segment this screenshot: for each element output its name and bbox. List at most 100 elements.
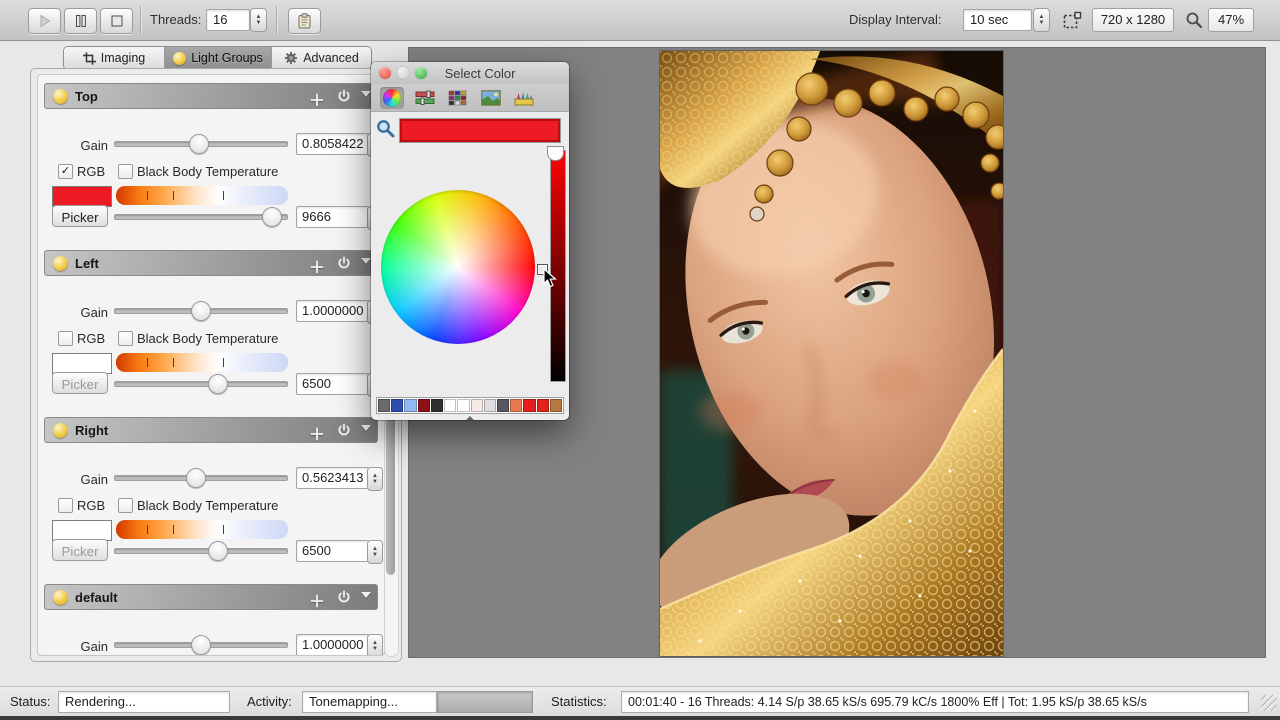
color-swatch[interactable] [52, 353, 112, 374]
swatch[interactable] [523, 399, 535, 412]
light-group-header[interactable]: Top ＋ [44, 83, 378, 109]
collapse-chevron-icon[interactable] [361, 425, 371, 431]
tab-advanced[interactable]: Advanced [272, 47, 371, 69]
collapse-chevron-icon[interactable] [361, 91, 371, 97]
picker-button[interactable]: Picker [52, 372, 108, 394]
color-wheel-mode-button[interactable] [380, 87, 404, 109]
picker-button[interactable]: Picker [52, 205, 108, 227]
add-light-group-button[interactable]: ＋ [309, 254, 325, 278]
bbt-checkbox[interactable] [118, 498, 133, 513]
magnifier-picker-button[interactable] [376, 119, 395, 138]
tab-imaging[interactable]: Imaging [64, 47, 165, 69]
rgb-checkbox[interactable]: ✓ [58, 164, 73, 179]
slider-thumb[interactable] [262, 207, 282, 227]
rgb-checkbox[interactable] [58, 331, 73, 346]
threads-stepper[interactable]: ▲▼ [250, 8, 267, 32]
render-start-button[interactable] [28, 8, 61, 34]
main-toolbar: Threads: 16 ▲▼ Display Interval: 10 sec … [0, 0, 1280, 41]
light-group-header[interactable]: Right ＋ [44, 417, 378, 443]
swatch-drawer-handle[interactable] [465, 416, 475, 420]
picker-value-field[interactable]: 6500 [296, 373, 369, 395]
swatch[interactable] [404, 399, 416, 412]
collapse-chevron-icon[interactable] [361, 592, 371, 598]
power-toggle-icon[interactable] [337, 590, 351, 604]
light-group-header[interactable]: Left ＋ [44, 250, 378, 276]
color-panel-toolbar [371, 84, 569, 112]
blackbody-gradient-bar[interactable] [116, 353, 288, 372]
swatch[interactable] [391, 399, 403, 412]
picker-stepper[interactable]: ▲▼ [367, 540, 383, 564]
threads-input[interactable]: 16 [206, 9, 250, 31]
blackbody-gradient-bar[interactable] [116, 186, 288, 205]
bbt-checkbox[interactable] [118, 164, 133, 179]
add-light-group-button[interactable]: ＋ [309, 87, 325, 111]
swatch[interactable] [378, 399, 390, 412]
slider-thumb[interactable] [208, 374, 228, 394]
picker-slider[interactable] [114, 374, 288, 392]
rgb-checkbox[interactable] [58, 498, 73, 513]
tab-light-groups[interactable]: Light Groups [165, 47, 272, 69]
gain-slider[interactable] [114, 301, 288, 319]
swatch[interactable] [457, 399, 469, 412]
picker-button[interactable]: Picker [52, 539, 108, 561]
gain-value-field[interactable]: 0.8058422 [296, 133, 369, 155]
collapse-chevron-icon[interactable] [361, 258, 371, 264]
brightness-slider-handle[interactable] [547, 146, 564, 161]
slider-thumb[interactable] [208, 541, 228, 561]
dialog-titlebar[interactable]: Select Color [371, 62, 569, 85]
slider-thumb[interactable] [186, 468, 206, 488]
selected-color-bar[interactable] [399, 118, 561, 143]
blackbody-gradient-bar[interactable] [116, 520, 288, 539]
swatch[interactable] [537, 399, 549, 412]
render-stop-button[interactable] [100, 8, 133, 34]
color-wheel-icon [383, 89, 401, 107]
picker-slider[interactable] [114, 207, 288, 225]
gain-slider[interactable] [114, 468, 288, 486]
add-light-group-button[interactable]: ＋ [309, 421, 325, 445]
power-toggle-icon[interactable] [337, 256, 351, 270]
fit-to-window-button[interactable] [1063, 11, 1082, 29]
slider-thumb[interactable] [191, 301, 211, 321]
swatch[interactable] [444, 399, 456, 412]
brightness-slider[interactable] [550, 150, 566, 382]
palettes-mode-button[interactable] [446, 87, 470, 109]
light-group-name: default [75, 590, 118, 605]
crayons-mode-button[interactable] [512, 87, 536, 109]
power-toggle-icon[interactable] [337, 423, 351, 437]
slider-groove [114, 548, 288, 554]
slider-thumb[interactable] [189, 134, 209, 154]
bbt-checkbox[interactable] [118, 331, 133, 346]
zoom-tool-button[interactable] [1185, 11, 1203, 29]
gain-stepper[interactable]: ▲▼ [367, 467, 383, 491]
gain-value-field[interactable]: 1.0000000 [296, 300, 369, 322]
image-palettes-mode-button[interactable] [479, 87, 503, 109]
add-light-group-button[interactable]: ＋ [309, 588, 325, 612]
swatch[interactable] [550, 399, 562, 412]
power-toggle-icon[interactable] [337, 89, 351, 103]
color-swatch[interactable] [52, 520, 112, 541]
picker-slider[interactable] [114, 541, 288, 559]
display-interval-stepper[interactable]: ▲▼ [1033, 8, 1050, 32]
swatch[interactable] [484, 399, 496, 412]
gain-value-field[interactable]: 0.5623413 [296, 467, 369, 489]
display-interval-input[interactable]: 10 sec [963, 9, 1032, 31]
sliders-mode-button[interactable] [413, 87, 437, 109]
slider-thumb[interactable] [191, 635, 211, 655]
color-wheel[interactable] [381, 190, 535, 344]
render-pause-button[interactable] [64, 8, 97, 34]
swatch[interactable] [431, 399, 443, 412]
picker-value-field[interactable]: 6500 [296, 540, 369, 562]
color-swatch[interactable] [52, 186, 112, 207]
gain-stepper[interactable]: ▲▼ [367, 634, 383, 656]
swatch[interactable] [418, 399, 430, 412]
swatch[interactable] [510, 399, 522, 412]
gain-slider[interactable] [114, 635, 288, 653]
copy-to-clipboard-button[interactable] [288, 8, 321, 34]
swatch[interactable] [497, 399, 509, 412]
picker-value-field[interactable]: 9666 [296, 206, 369, 228]
gain-value-field[interactable]: 1.0000000 [296, 634, 369, 656]
light-group-header[interactable]: default ＋ [44, 584, 378, 610]
resize-grip[interactable] [1261, 695, 1277, 711]
swatch[interactable] [471, 399, 483, 412]
gain-slider[interactable] [114, 134, 288, 152]
